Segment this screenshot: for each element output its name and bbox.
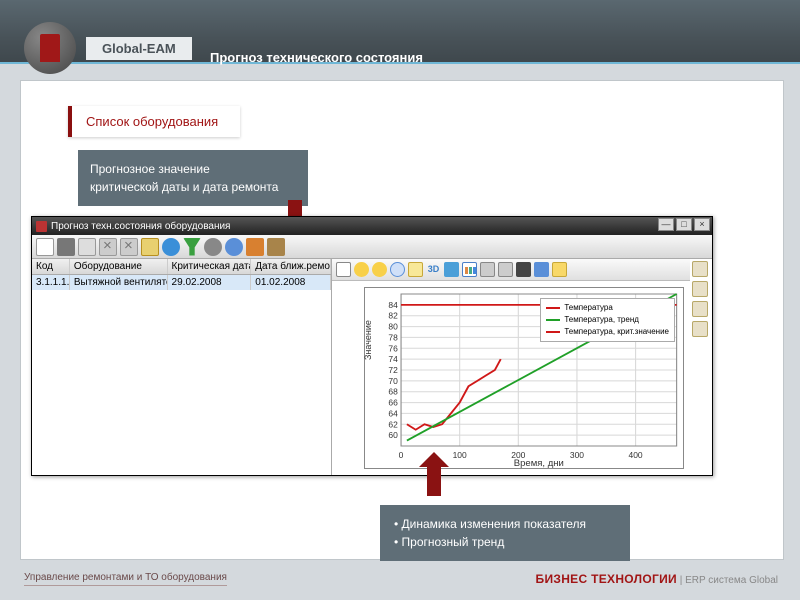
pointer-icon[interactable] (336, 262, 351, 277)
brand-block: Global-EAM (24, 22, 192, 74)
svg-text:84: 84 (388, 301, 398, 310)
cancel-icon[interactable] (120, 238, 138, 256)
callout-line: • Динамика изменения показателя (394, 515, 616, 533)
callout-equipment-list: Список оборудования (68, 106, 240, 137)
cell-equipment: Вытяжной вентилятор ВКР-S (70, 275, 168, 290)
footer-product: ERP система Global (685, 575, 778, 586)
cell-code: 3.1.1.1. (32, 275, 70, 290)
open-icon[interactable] (552, 262, 567, 277)
col-equipment[interactable]: Оборудование (70, 259, 168, 274)
svg-text:100: 100 (453, 451, 468, 460)
delete-icon[interactable] (57, 238, 75, 256)
arrow-down-icon (427, 466, 441, 496)
footer-subtitle: Управление ремонтами и ТО оборудования (24, 572, 227, 586)
close-button[interactable]: × (694, 218, 710, 231)
svg-text:72: 72 (388, 366, 398, 375)
app-icon (36, 221, 47, 232)
minimize-button[interactable]: — (658, 218, 674, 231)
table-header-row: Код Оборудование Критическая дата Дата б… (32, 259, 331, 275)
side-tool-icon[interactable] (692, 281, 708, 297)
callout-line: Прогнозное значение (90, 160, 296, 178)
cell-critical-date: 29.02.2008 (168, 275, 252, 290)
svg-text:68: 68 (388, 388, 398, 397)
svg-text:74: 74 (388, 355, 398, 364)
col-critical-date[interactable]: Критическая дата (168, 259, 252, 274)
cell-next-repair: 01.02.2008 (251, 275, 331, 290)
cut-icon[interactable] (99, 238, 117, 256)
col-code[interactable]: Код (32, 259, 70, 274)
refresh-icon[interactable] (162, 238, 180, 256)
svg-text:300: 300 (570, 451, 585, 460)
window-titlebar[interactable]: Прогноз техн.состояния оборудования — □ … (32, 217, 712, 235)
legend-item: Температура, крит.значение (546, 326, 669, 338)
footer-company: БИЗНЕС ТЕХНОЛОГИИ (536, 572, 677, 586)
maximize-button[interactable]: □ (676, 218, 692, 231)
legend-label: Температура, крит.значение (564, 326, 669, 338)
chart-legend: Температура Температура, тренд Температу… (540, 298, 675, 342)
side-tool-icon[interactable] (692, 321, 708, 337)
exit-icon[interactable] (267, 238, 285, 256)
svg-text:70: 70 (388, 377, 398, 386)
footer-brand: БИЗНЕС ТЕХНОЛОГИИ | ERP система Global (536, 572, 778, 586)
redo-icon[interactable] (372, 262, 387, 277)
callout-dynamics: • Динамика изменения показателя • Прогно… (380, 505, 630, 561)
undo-icon[interactable] (354, 262, 369, 277)
new-icon[interactable] (36, 238, 54, 256)
chart-area: Значение 6062646668707274767880828401002… (364, 287, 684, 469)
chart-type-icon[interactable] (462, 262, 477, 277)
chart-y-label: Значение (363, 320, 373, 360)
svg-text:64: 64 (388, 410, 398, 419)
preview-icon[interactable] (498, 262, 513, 277)
filter-icon[interactable] (183, 238, 201, 256)
save-icon[interactable] (534, 262, 549, 277)
col-next-repair[interactable]: Дата ближ.ремонта (251, 259, 331, 274)
brand-logo-icon (24, 22, 76, 74)
legend-label: Температура, тренд (564, 314, 639, 326)
page-title: Прогноз технического состояния (210, 50, 423, 65)
zoom-icon[interactable] (390, 262, 405, 277)
side-tool-icon[interactable] (692, 261, 708, 277)
chart-side-toolbar (692, 261, 710, 337)
callout-forecast-date: Прогнозное значение критической даты и д… (78, 150, 308, 206)
legend-item: Температура, тренд (546, 314, 669, 326)
brand-name: Global-EAM (86, 37, 192, 60)
legend-item: Температура (546, 302, 669, 314)
svg-text:400: 400 (629, 451, 644, 460)
svg-text:82: 82 (388, 312, 398, 321)
main-toolbar (32, 235, 712, 259)
app-window: Прогноз техн.состояния оборудования — □ … (31, 216, 713, 476)
footer-sep: | (677, 575, 685, 586)
chart-toolbar: 3D (332, 259, 690, 281)
window-title: Прогноз техн.состояния оборудования (51, 221, 230, 232)
mail-icon[interactable] (141, 238, 159, 256)
clipboard-icon[interactable] (408, 262, 423, 277)
legend-label: Температура (564, 302, 612, 314)
equipment-table: Код Оборудование Критическая дата Дата б… (32, 259, 332, 475)
print-icon[interactable] (480, 262, 495, 277)
callout-line: критической даты и дата ремонта (90, 178, 296, 196)
snapshot-icon[interactable] (516, 262, 531, 277)
callout-line: • Прогнозный тренд (394, 533, 616, 551)
svg-text:Время, дни: Время, дни (514, 458, 564, 468)
svg-text:60: 60 (388, 431, 398, 440)
svg-text:76: 76 (388, 344, 398, 353)
svg-text:62: 62 (388, 420, 398, 429)
help-icon[interactable] (225, 238, 243, 256)
table-row[interactable]: 3.1.1.1. Вытяжной вентилятор ВКР-S 29.02… (32, 275, 331, 290)
reference-icon[interactable] (246, 238, 264, 256)
edit-icon[interactable] (444, 262, 459, 277)
chart-pane: 3D Значение 60 6264 66 68 70 72 74 7678 80 82 84 0 1… (332, 259, 712, 475)
svg-text:0: 0 (399, 451, 404, 460)
side-tool-icon[interactable] (692, 301, 708, 317)
3d-toggle-icon[interactable]: 3D (426, 262, 441, 277)
svg-text:78: 78 (388, 334, 398, 343)
svg-text:66: 66 (388, 399, 398, 408)
settings-icon[interactable] (204, 238, 222, 256)
copy-icon[interactable] (78, 238, 96, 256)
svg-text:80: 80 (388, 323, 398, 332)
